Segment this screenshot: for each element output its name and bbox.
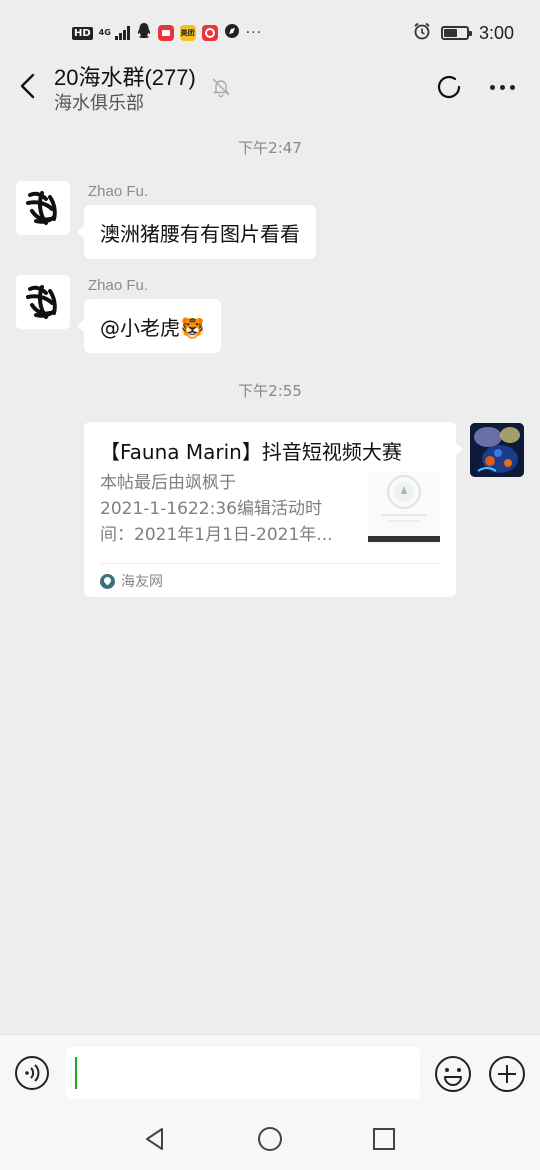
- calligraphy-avatar-icon: [16, 275, 70, 329]
- clock: 3:00: [478, 22, 514, 43]
- message-bubble[interactable]: @小老虎🐯: [77, 299, 221, 353]
- hd-badge: HD: [72, 26, 93, 40]
- message-timestamp: 下午2:55: [238, 382, 302, 400]
- link-card-desc-line: 2021-1-1622:36编辑活动时: [100, 499, 322, 519]
- link-card-source-name: 海友网: [121, 574, 163, 590]
- link-card-desc-line: 本帖最后由飒枫于: [100, 473, 236, 493]
- alarm-icon: [413, 22, 431, 44]
- battery-icon: [440, 26, 472, 40]
- text-cursor: [75, 1057, 77, 1089]
- message-input[interactable]: [66, 1047, 420, 1099]
- chevron-left-icon: [20, 73, 35, 99]
- dot-icon: [509, 84, 515, 90]
- coral-avatar-icon: [470, 423, 524, 477]
- message-text: 澳洲猪腰有有图片看看: [100, 221, 300, 246]
- emoji-button[interactable]: [434, 1055, 472, 1093]
- status-bar: HD 4G 美团 ··· 3:00: [0, 0, 540, 64]
- qq-icon: [136, 22, 152, 44]
- link-card-title: 【Fauna Marin】抖音短视频大赛: [100, 440, 402, 464]
- nav-recents-button[interactable]: [369, 1124, 399, 1154]
- more-functions-button[interactable]: [488, 1055, 526, 1093]
- triangle-back-icon: [146, 1128, 163, 1150]
- sender-avatar[interactable]: [16, 275, 70, 329]
- message-text: @小老虎🐯: [100, 315, 205, 340]
- square-recents-icon: [373, 1128, 395, 1150]
- dot-icon: [499, 84, 505, 90]
- app-red-icon: [201, 25, 218, 41]
- mute-bell-icon: [210, 76, 234, 100]
- link-card[interactable]: 【Fauna Marin】抖音短视频大赛 本帖最后由飒枫于 2021-1-162…: [84, 422, 463, 597]
- dot-icon: [489, 84, 495, 90]
- compass-icon: [224, 23, 240, 43]
- sender-name: Zhao Fu.: [88, 183, 149, 200]
- my-avatar[interactable]: [470, 423, 524, 477]
- link-card-desc-line: 间：2021年1月1日-2021年...: [100, 525, 333, 545]
- voice-button[interactable]: [14, 1055, 50, 1091]
- nav-back-button[interactable]: [140, 1124, 170, 1154]
- xiaohongshu-icon: [157, 25, 174, 41]
- status-icons-right: 3:00: [413, 22, 514, 44]
- input-bar: [0, 1034, 540, 1108]
- message-bubble[interactable]: 澳洲猪腰有有图片看看: [77, 205, 316, 259]
- meituan-icon: 美团: [179, 25, 196, 41]
- link-card-thumbnail: [368, 472, 440, 544]
- nav-home-button[interactable]: [255, 1124, 285, 1154]
- calligraphy-avatar-icon: [16, 181, 70, 235]
- status-icons-left: HD 4G 美团 ···: [72, 22, 262, 44]
- signal-icon: [114, 26, 130, 40]
- chat-header: 20海水群(277) 海水俱乐部: [0, 56, 540, 118]
- more-options-button[interactable]: [484, 72, 520, 102]
- link-card-source: 海友网: [100, 570, 163, 592]
- refresh-icon: [437, 75, 461, 99]
- source-logo-icon: [100, 573, 115, 589]
- circle-home-icon: [258, 1127, 282, 1151]
- chat-title: 20海水群(277): [54, 65, 196, 90]
- link-card-divider: [100, 563, 440, 564]
- message-timestamp: 下午2:47: [238, 139, 302, 157]
- emoji-icon: [435, 1056, 471, 1092]
- refresh-button[interactable]: [434, 72, 464, 102]
- chat-subtitle: 海水俱乐部: [54, 93, 144, 114]
- system-nav-bar: [0, 1108, 540, 1170]
- sender-name: Zhao Fu.: [88, 277, 149, 294]
- more-notifications: ···: [245, 25, 263, 41]
- back-button[interactable]: [12, 68, 44, 104]
- network-type: 4G: [98, 28, 111, 37]
- sender-avatar[interactable]: [16, 181, 70, 235]
- plus-icon: [489, 1056, 525, 1092]
- link-card-description: 本帖最后由飒枫于 2021-1-1622:36编辑活动时 间：2021年1月1日…: [100, 470, 350, 548]
- voice-icon: [15, 1056, 49, 1090]
